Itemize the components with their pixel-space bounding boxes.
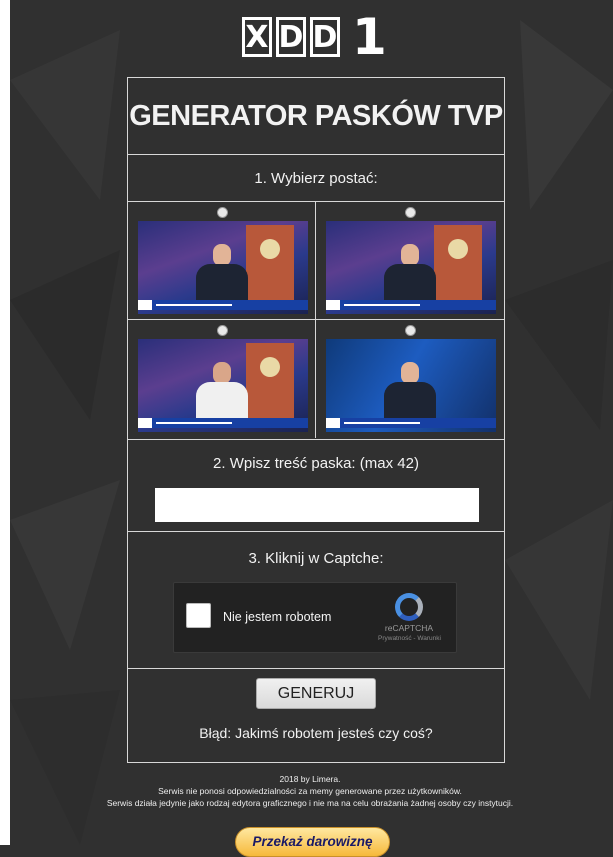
page-title: GENERATOR PASKÓW TVP	[128, 78, 504, 155]
generate-section: GENERUJ Błąd: Jakimś robotem jesteś czy …	[128, 669, 504, 762]
recaptcha-icon	[395, 593, 423, 621]
anchor-figure	[384, 244, 436, 300]
step3-label: 3. Kliknij w Captche:	[248, 550, 384, 567]
logo-letter: D	[276, 17, 306, 57]
character-radio[interactable]	[405, 325, 416, 336]
anchor-figure	[196, 362, 248, 418]
recaptcha-logo: reCAPTCHA Prywatność - Warunki	[378, 593, 441, 642]
anchor-figure	[384, 362, 436, 418]
logo-letter: D	[310, 17, 340, 57]
character-thumbnail[interactable]	[138, 221, 308, 314]
character-radio[interactable]	[217, 325, 228, 336]
logo-letter: X	[242, 17, 272, 57]
donate-button[interactable]: Przekaż darowiznę	[235, 827, 390, 857]
captcha-checkbox[interactable]	[186, 603, 211, 628]
character-thumbnail[interactable]	[138, 339, 308, 432]
step1-label: 1. Wybierz postać:	[128, 155, 504, 202]
captcha-label: Nie jestem robotem	[223, 610, 332, 624]
generate-button[interactable]: GENERUJ	[256, 678, 376, 709]
footer-disclaimer: Serwis działa jedynie jako rodzaj edytor…	[106, 798, 514, 808]
footer-disclaimer: Serwis nie ponosi odpowiedzialności za m…	[158, 786, 462, 796]
character-radio[interactable]	[405, 207, 416, 218]
recaptcha-links[interactable]: Prywatność - Warunki	[378, 635, 441, 642]
ticker-text-input[interactable]	[155, 488, 479, 522]
character-grid	[128, 202, 504, 440]
left-edge-strip	[0, 0, 10, 845]
ticker-bar	[138, 300, 308, 310]
recaptcha-widget: Nie jestem robotem reCAPTCHA Prywatność …	[173, 582, 457, 653]
ticker-bar	[326, 418, 496, 428]
recaptcha-brand: reCAPTCHA	[384, 623, 434, 633]
footer-copyright: 2018 by Limera.	[279, 774, 341, 784]
character-option[interactable]	[128, 202, 316, 320]
clock-tower-graphic	[246, 225, 294, 303]
character-option[interactable]	[128, 320, 316, 438]
clock-tower-graphic	[246, 343, 294, 421]
error-message: Błąd: Jakimś robotem jesteś czy coś?	[199, 725, 433, 741]
clock-tower-graphic	[434, 225, 482, 303]
ticker-bar	[326, 300, 496, 310]
generator-panel: GENERATOR PASKÓW TVP 1. Wybierz postać:	[127, 77, 505, 763]
logo-number: 1	[352, 8, 387, 66]
ticker-bar	[138, 418, 308, 428]
step3-section: 3. Kliknij w Captche: Nie jestem robotem…	[128, 532, 504, 669]
step2-label: 2. Wpisz treść paska: (max 42)	[213, 455, 419, 472]
character-option[interactable]	[316, 202, 504, 320]
character-thumbnail[interactable]	[326, 339, 496, 432]
character-thumbnail[interactable]	[326, 221, 496, 314]
footer: 2018 by Limera. Serwis nie ponosi odpowi…	[10, 773, 610, 809]
site-logo[interactable]: X D D 1	[242, 12, 387, 62]
character-option[interactable]	[316, 320, 504, 438]
anchor-figure	[196, 244, 248, 300]
character-radio[interactable]	[217, 207, 228, 218]
step2-section: 2. Wpisz treść paska: (max 42)	[128, 440, 504, 532]
